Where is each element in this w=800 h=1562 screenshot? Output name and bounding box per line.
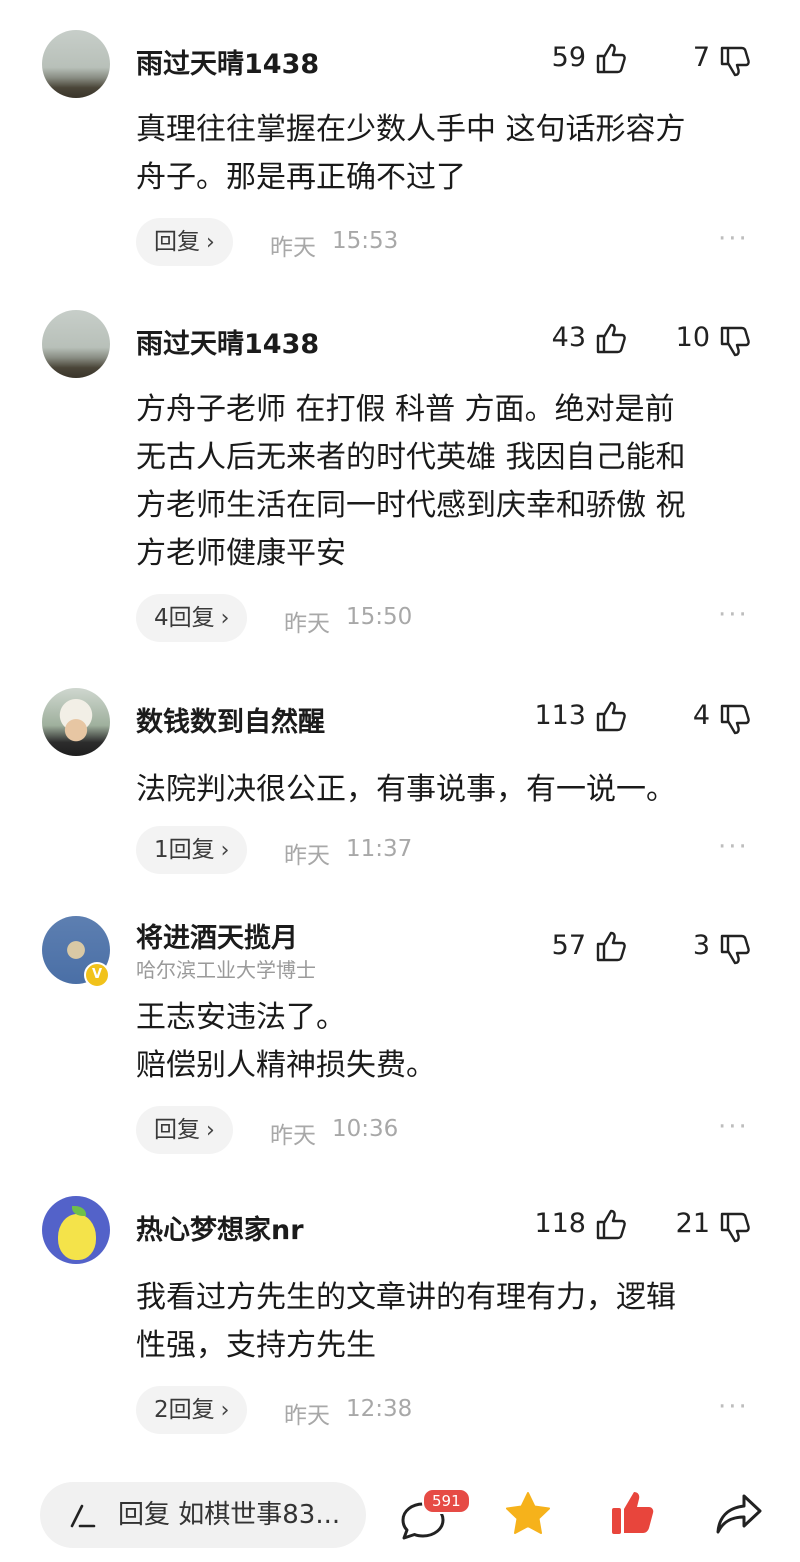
comment-text: 法院判决很公正，有事说事，有一说一。: [136, 772, 676, 807]
reply-placeholder: 回复 如棋世事83...: [118, 1500, 341, 1530]
thumbs-down-icon[interactable]: [718, 324, 752, 358]
more-icon[interactable]: ···: [718, 1112, 749, 1142]
reply-label: 1回复: [154, 837, 215, 863]
like-count: 43: [551, 322, 586, 353]
reply-button[interactable]: 1回复 ›: [136, 826, 248, 874]
more-icon[interactable]: ···: [718, 832, 749, 862]
thumbs-down-icon[interactable]: [718, 702, 752, 736]
comment-text: 方舟子老师 在打假 科普 方面。绝对是前 无古人后无来者的时代英雄 我因自己能和…: [136, 392, 686, 571]
commenter-name[interactable]: 将进酒天揽月: [136, 916, 298, 955]
reply-input[interactable]: 回复 如棋世事83...: [40, 1482, 366, 1548]
like-count: 113: [534, 700, 586, 731]
commenter-title: 哈尔滨工业大学博士: [136, 958, 316, 982]
chevron-right-icon: ›: [220, 1398, 230, 1423]
reply-button[interactable]: 回复 ›: [136, 1106, 233, 1154]
dislike-count: 10: [675, 322, 710, 353]
comment-day: 昨天: [284, 843, 330, 869]
like-count: 118: [534, 1208, 586, 1239]
comment-time: 10:36: [332, 1116, 399, 1142]
comment-time: 11:37: [346, 836, 413, 862]
lemon-shape: [58, 1214, 96, 1260]
verified-badge-icon: V: [84, 962, 110, 988]
comment-time: 15:53: [332, 228, 399, 254]
comment-count-badge: 591: [422, 1488, 471, 1514]
commenter-name[interactable]: 雨过天晴1438: [136, 42, 319, 81]
more-icon[interactable]: ···: [718, 600, 749, 630]
reply-button[interactable]: 4回复 ›: [136, 594, 248, 642]
chevron-right-icon: ›: [206, 1118, 215, 1143]
dislike-count: 3: [692, 930, 710, 961]
reply-button[interactable]: 2回复 ›: [136, 1386, 248, 1434]
thumbs-down-icon[interactable]: [718, 932, 752, 966]
pen-icon: [70, 1504, 96, 1528]
like-count: 59: [551, 42, 586, 73]
comment-day: 昨天: [284, 611, 330, 637]
chevron-right-icon: ›: [220, 838, 230, 863]
like-count: 57: [551, 930, 586, 961]
comment-time: 15:50: [346, 604, 413, 630]
commenter-name[interactable]: 雨过天晴1438: [136, 322, 319, 361]
reply-label: 回复: [154, 229, 200, 255]
dislike-count: 7: [692, 42, 710, 73]
thumbs-down-icon[interactable]: [718, 44, 752, 78]
commenter-name[interactable]: 数钱数到自然醒: [136, 700, 325, 739]
chevron-right-icon: ›: [220, 606, 230, 631]
comment-day: 昨天: [270, 1123, 316, 1149]
reply-label: 4回复: [154, 605, 215, 631]
avatar[interactable]: [42, 310, 110, 378]
more-icon[interactable]: ···: [718, 224, 749, 254]
bottom-action-bar: 回复 如棋世事83... 591: [0, 1468, 800, 1562]
reply-label: 2回复: [154, 1397, 215, 1423]
comment-time: 12:38: [346, 1396, 413, 1422]
avatar[interactable]: [42, 1196, 110, 1264]
comment-day: 昨天: [270, 235, 316, 261]
star-icon[interactable]: [504, 1490, 552, 1538]
comment-text: 真理往往掌握在少数人手中 这句话形容方 舟子。那是再正确不过了: [136, 112, 686, 195]
avatar[interactable]: [42, 688, 110, 756]
chevron-right-icon: ›: [206, 230, 215, 255]
commenter-name[interactable]: 热心梦想家nr: [136, 1208, 304, 1247]
thumbs-up-icon[interactable]: [608, 1488, 658, 1538]
more-icon[interactable]: ···: [718, 1392, 749, 1422]
avatar[interactable]: [42, 30, 110, 98]
thumbs-down-icon[interactable]: [718, 1210, 752, 1244]
share-icon[interactable]: [714, 1490, 764, 1536]
comment-text: 我看过方先生的文章讲的有理有力，逻辑 性强，支持方先生: [136, 1280, 676, 1363]
reply-label: 回复: [154, 1117, 200, 1143]
comment-day: 昨天: [284, 1403, 330, 1429]
dislike-count: 21: [675, 1208, 710, 1239]
reply-button[interactable]: 回复 ›: [136, 218, 233, 266]
dislike-count: 4: [692, 700, 710, 731]
comment-text: 王志安违法了。 赔偿别人精神损失费。: [136, 1000, 436, 1083]
